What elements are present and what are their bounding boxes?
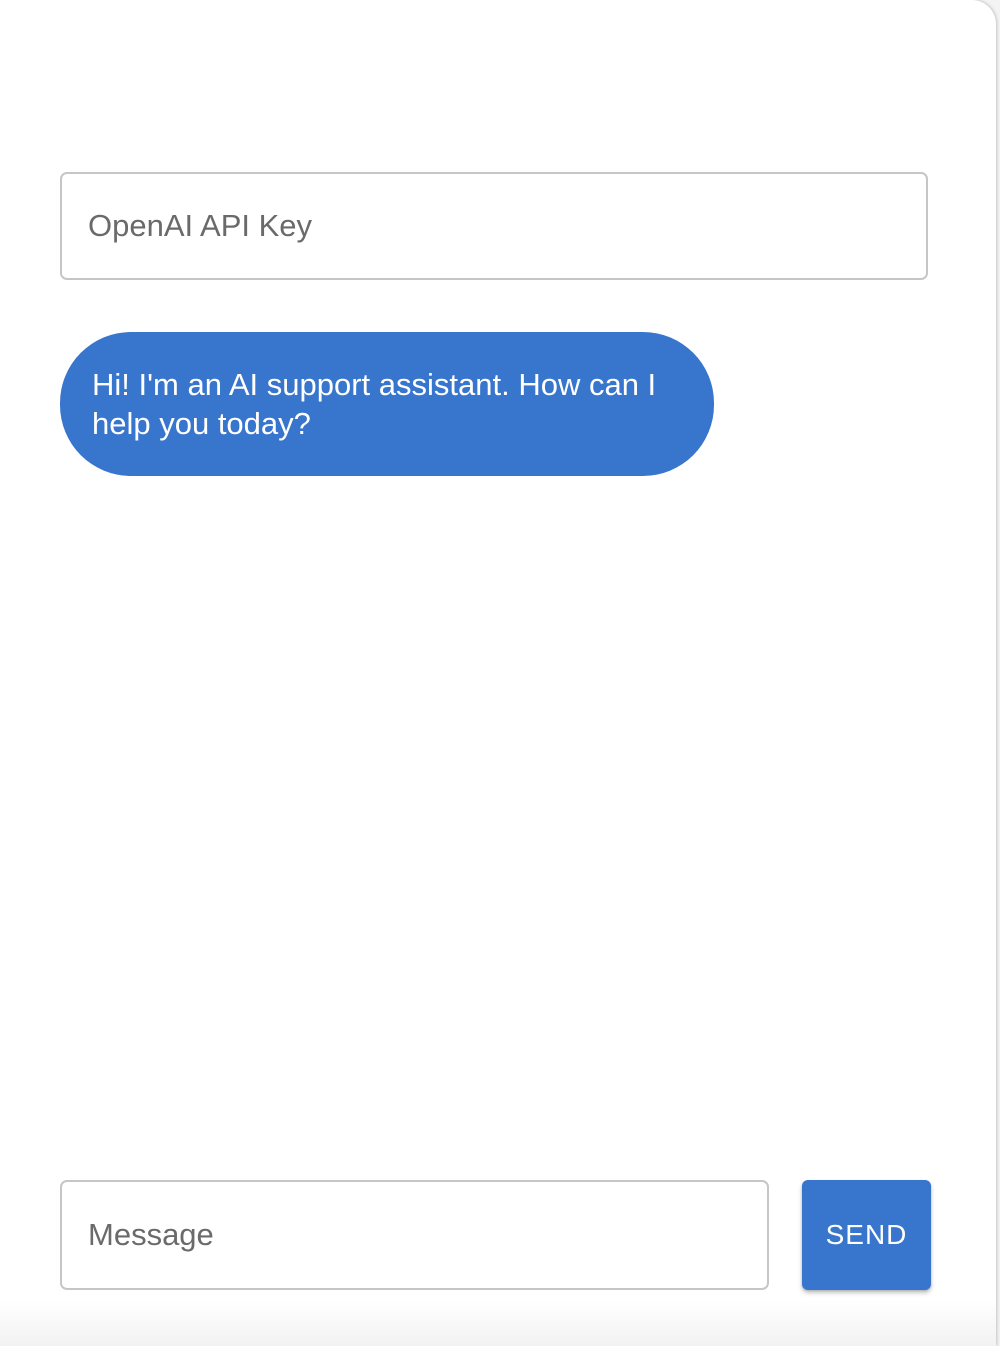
- api-key-input[interactable]: [60, 172, 928, 280]
- send-button[interactable]: SEND: [802, 1180, 931, 1290]
- assistant-message-bubble: Hi! I'm an AI support assistant. How can…: [60, 332, 714, 476]
- chat-window: Hi! I'm an AI support assistant. How can…: [0, 0, 996, 1346]
- message-input[interactable]: [60, 1180, 769, 1290]
- message-list: Hi! I'm an AI support assistant. How can…: [60, 332, 928, 1132]
- bottom-edge-fade: [0, 1300, 996, 1346]
